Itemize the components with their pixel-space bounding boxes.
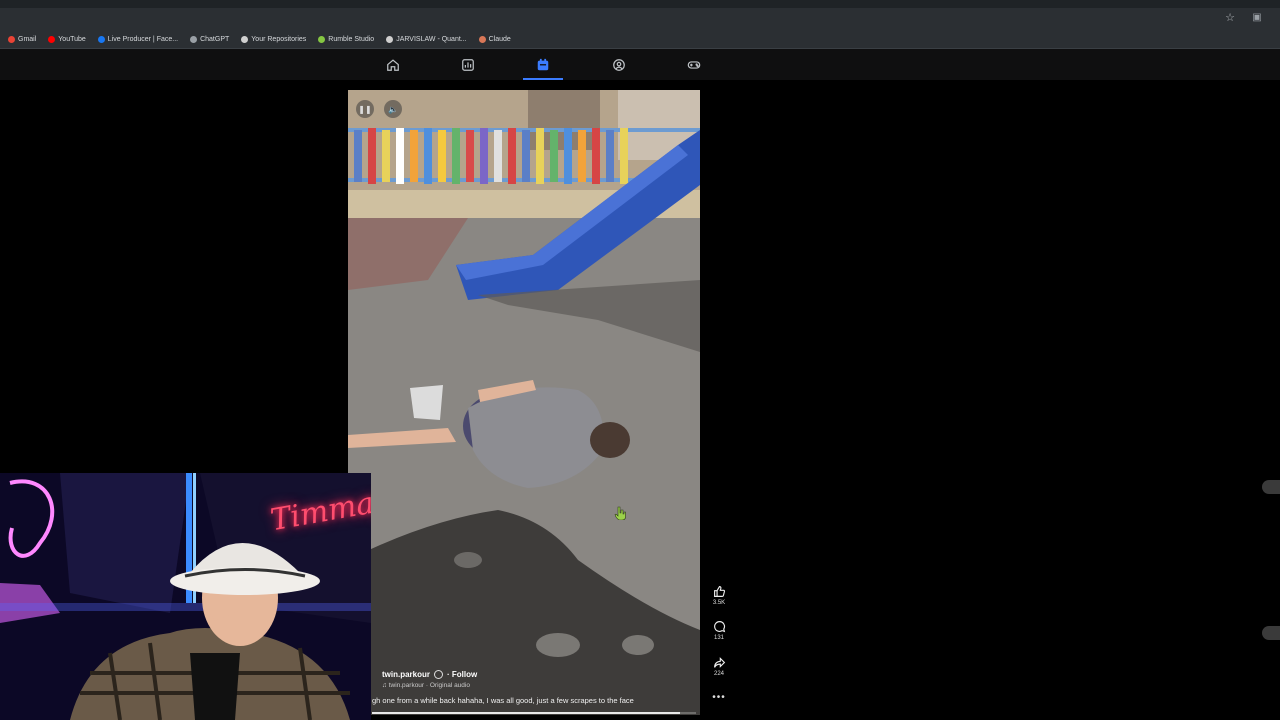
share-icon — [713, 657, 725, 668]
nav-active-indicator — [523, 78, 563, 80]
short-video-player[interactable]: ❚❚ 🔈 — [348, 90, 700, 715]
share-button[interactable]: 224 — [706, 656, 732, 677]
bookmark-favicon-icon — [8, 35, 15, 43]
bookmark-favicon-icon — [97, 35, 105, 43]
bookmark-label: Live Producer | Face... — [107, 35, 179, 43]
bookmark-favicon-icon — [478, 35, 486, 43]
bookmark-item[interactable]: Gmail — [8, 35, 37, 43]
video-frame — [348, 90, 700, 715]
profile-icon — [613, 58, 625, 71]
bookmark-item[interactable]: Rumble Studio — [318, 35, 375, 43]
bookmark-favicon-icon — [318, 35, 326, 43]
like-count: 3.5K — [712, 600, 726, 606]
explore-icon — [462, 58, 474, 71]
bookmark-favicon-icon — [241, 35, 249, 43]
bookmark-label: Claude — [488, 35, 511, 43]
bookmark-label: JARVISLAW - Quant... — [396, 35, 467, 43]
bookmark-item[interactable]: Claude — [478, 35, 511, 43]
nav-explore[interactable] — [448, 49, 488, 80]
bookmark-star-icon[interactable]: ☆ — [1224, 12, 1236, 24]
bookmark-label: ChatGPT — [200, 35, 230, 43]
audio-text: twin.parkour · Original audio — [388, 682, 470, 689]
bookmark-item[interactable]: JARVISLAW - Quant... — [386, 35, 467, 43]
hand-cursor-icon — [614, 506, 626, 520]
music-icon: ♫ — [382, 682, 387, 689]
bookmark-label: Rumble Studio — [328, 35, 375, 43]
bookmark-favicon-icon — [386, 35, 394, 43]
thumbs-up-icon — [713, 586, 725, 597]
browser-toolbar: ☆ ▣ — [0, 8, 1280, 30]
shorts-icon — [537, 58, 549, 70]
edge-avatar[interactable] — [1262, 626, 1280, 640]
more-options-button[interactable]: ••• — [706, 692, 732, 703]
more-dots-icon: ••• — [712, 692, 726, 703]
bookmark-item[interactable]: ChatGPT — [190, 35, 230, 43]
bookmark-item[interactable]: Your Repositories — [241, 35, 307, 43]
nav-shorts[interactable] — [523, 49, 563, 80]
comment-count: 131 — [713, 635, 724, 641]
extensions-icon[interactable]: ▣ — [1251, 12, 1263, 24]
bookmark-label: Your Repositories — [251, 35, 307, 43]
bookmark-item[interactable]: Live Producer | Face... — [97, 35, 179, 43]
pause-button[interactable]: ❚❚ — [356, 100, 374, 118]
home-icon — [387, 58, 399, 71]
video-caption: twin.parkour · Follow ♫ twin.parkour · O… — [372, 668, 692, 714]
nav-profile[interactable] — [599, 49, 639, 80]
comment-icon — [713, 621, 725, 633]
like-button[interactable]: 3.5K — [706, 585, 732, 606]
comment-button[interactable]: 131 — [706, 620, 732, 641]
video-description: gh one from a while back hahaha, I was a… — [372, 696, 634, 705]
bookmark-favicon-icon — [48, 35, 56, 43]
browser-tabstrip — [0, 0, 1280, 8]
nav-gaming[interactable] — [674, 49, 714, 80]
author-row: twin.parkour · Follow — [382, 670, 477, 679]
webcam-overlay: Timmay — [0, 473, 371, 720]
follow-button[interactable]: · Follow — [447, 670, 477, 679]
site-nav — [0, 49, 1280, 80]
bookmark-favicon-icon — [190, 35, 198, 43]
bookmarks-bar: Gmail YouTube Live Producer | Face... ChatG… — [0, 30, 1280, 48]
edge-avatar[interactable] — [1262, 480, 1280, 494]
bookmark-item[interactable]: YouTube — [48, 35, 86, 43]
bookmark-label: YouTube — [58, 35, 86, 43]
mute-button[interactable]: 🔈 — [384, 100, 402, 118]
nav-home[interactable] — [373, 49, 413, 80]
pause-icon: ❚❚ — [358, 104, 372, 114]
video-progress-bar[interactable] — [372, 712, 696, 714]
video-progress-fill — [372, 712, 680, 714]
share-count: 224 — [713, 671, 724, 677]
author-name[interactable]: twin.parkour — [382, 670, 430, 679]
bookmark-label: Gmail — [18, 35, 37, 43]
volume-icon: 🔈 — [388, 104, 398, 114]
verified-icon — [434, 670, 444, 679]
audio-label[interactable]: ♫ twin.parkour · Original audio — [382, 682, 470, 689]
gaming-icon — [687, 60, 701, 69]
